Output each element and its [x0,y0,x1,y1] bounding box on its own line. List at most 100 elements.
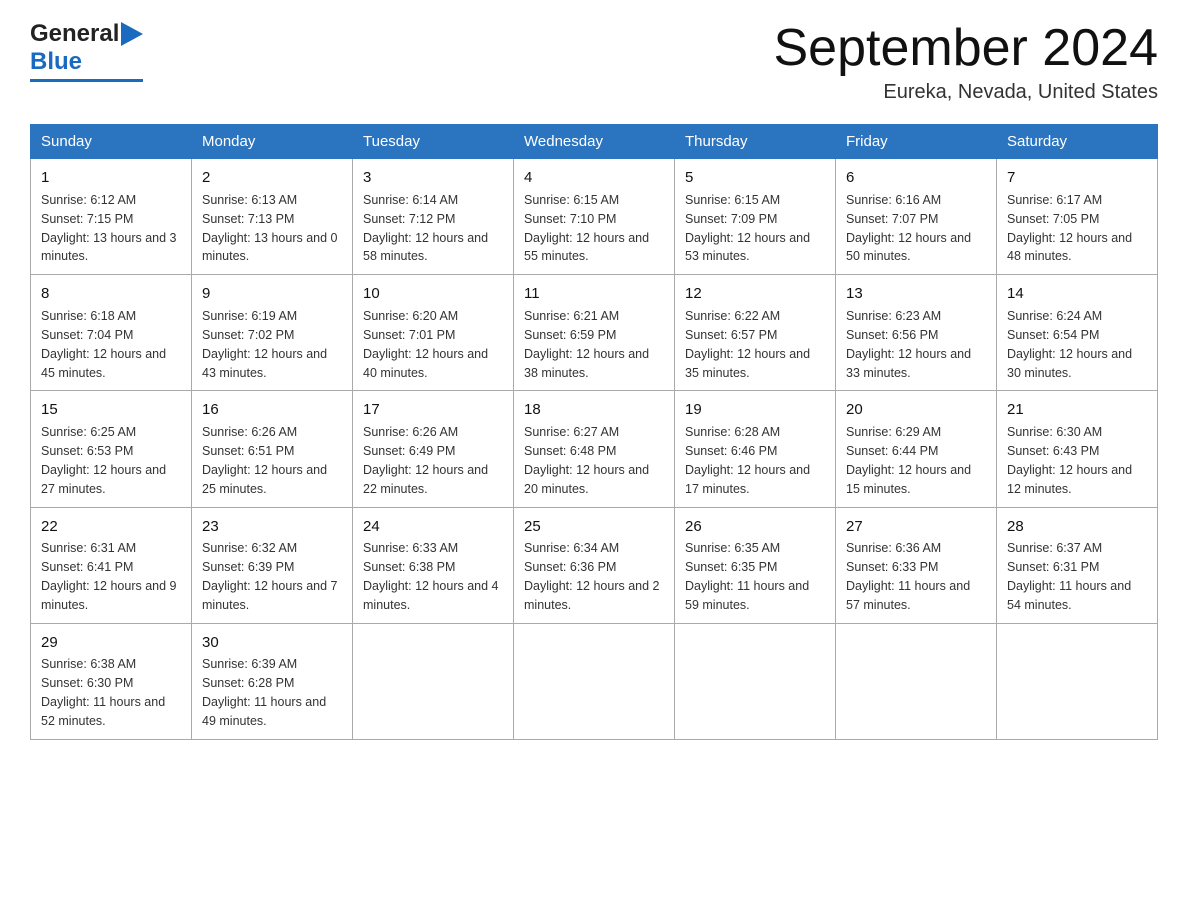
day-number: 25 [524,516,664,538]
day-cell: 25 Sunrise: 6:34 AMSunset: 6:36 PMDayligh… [514,507,675,623]
col-header-thursday: Thursday [675,125,836,159]
day-cell: 7Sunrise: 6:17 AMSunset: 7:05 PMDaylight… [997,159,1158,275]
day-cell: 23 Sunrise: 6:32 AMSunset: 6:39 PMDayligh… [192,507,353,623]
day-cell: 14 Sunrise: 6:24 AMSunset: 6:54 PMDayligh… [997,275,1158,391]
day-number: 12 [685,283,825,305]
day-info: Sunrise: 6:35 AMSunset: 6:35 PMDaylight:… [685,541,809,612]
day-info: Sunrise: 6:26 AMSunset: 6:49 PMDaylight:… [363,425,488,496]
col-header-sunday: Sunday [31,125,192,159]
day-cell: 29 Sunrise: 6:38 AMSunset: 6:30 PMDayligh… [31,623,192,739]
day-info: Sunrise: 6:26 AMSunset: 6:51 PMDaylight:… [202,425,327,496]
logo-blue: Blue [30,48,82,76]
day-number: 7 [1007,167,1147,189]
day-cell [514,623,675,739]
day-cell: 2 Sunrise: 6:13 AMSunset: 7:13 PMDaylight… [192,159,353,275]
day-cell: 18 Sunrise: 6:27 AMSunset: 6:48 PMDayligh… [514,391,675,507]
day-number: 8 [41,283,181,305]
week-row-1: 1Sunrise: 6:12 AMSunset: 7:15 PMDaylight… [31,159,1158,275]
day-info: Sunrise: 6:19 AMSunset: 7:02 PMDaylight:… [202,309,327,380]
day-info: Sunrise: 6:38 AMSunset: 6:30 PMDaylight:… [41,657,165,728]
day-info: Sunrise: 6:23 AMSunset: 6:56 PMDaylight:… [846,309,971,380]
day-info: Sunrise: 6:36 AMSunset: 6:33 PMDaylight:… [846,541,970,612]
day-cell: 16 Sunrise: 6:26 AMSunset: 6:51 PMDayligh… [192,391,353,507]
day-info: Sunrise: 6:33 AMSunset: 6:38 PMDaylight:… [363,541,499,612]
day-info: Sunrise: 6:24 AMSunset: 6:54 PMDaylight:… [1007,309,1132,380]
day-info: Sunrise: 6:25 AMSunset: 6:53 PMDaylight:… [41,425,166,496]
day-cell [675,623,836,739]
day-number: 3 [363,167,503,189]
day-cell: 26 Sunrise: 6:35 AMSunset: 6:35 PMDayligh… [675,507,836,623]
day-cell: 13 Sunrise: 6:23 AMSunset: 6:56 PMDayligh… [836,275,997,391]
day-number: 9 [202,283,342,305]
day-info: Sunrise: 6:13 AMSunset: 7:13 PMDaylight:… [202,193,338,264]
day-cell: 22Sunrise: 6:31 AMSunset: 6:41 PMDayligh… [31,507,192,623]
day-cell: 12 Sunrise: 6:22 AMSunset: 6:57 PMDayligh… [675,275,836,391]
col-header-saturday: Saturday [997,125,1158,159]
day-info: Sunrise: 6:14 AMSunset: 7:12 PMDaylight:… [363,193,488,264]
col-header-monday: Monday [192,125,353,159]
logo-arrow-icon [121,20,143,48]
day-cell: 4 Sunrise: 6:15 AMSunset: 7:10 PMDaylight… [514,159,675,275]
week-row-5: 29 Sunrise: 6:38 AMSunset: 6:30 PMDayligh… [31,623,1158,739]
day-cell: 30Sunrise: 6:39 AMSunset: 6:28 PMDayligh… [192,623,353,739]
day-number: 11 [524,283,664,305]
title-area: September 2024 Eureka, Nevada, United St… [774,20,1159,104]
day-info: Sunrise: 6:34 AMSunset: 6:36 PMDaylight:… [524,541,660,612]
col-header-tuesday: Tuesday [353,125,514,159]
day-number: 4 [524,167,664,189]
day-cell: 5 Sunrise: 6:15 AMSunset: 7:09 PMDaylight… [675,159,836,275]
header-row: SundayMondayTuesdayWednesdayThursdayFrid… [31,125,1158,159]
logo: General Blue [30,20,143,82]
day-number: 19 [685,399,825,421]
day-cell: 20Sunrise: 6:29 AMSunset: 6:44 PMDayligh… [836,391,997,507]
day-info: Sunrise: 6:27 AMSunset: 6:48 PMDaylight:… [524,425,649,496]
day-number: 18 [524,399,664,421]
week-row-2: 8Sunrise: 6:18 AMSunset: 7:04 PMDaylight… [31,275,1158,391]
day-cell [836,623,997,739]
day-cell: 1Sunrise: 6:12 AMSunset: 7:15 PMDaylight… [31,159,192,275]
day-info: Sunrise: 6:20 AMSunset: 7:01 PMDaylight:… [363,309,488,380]
day-cell: 28 Sunrise: 6:37 AMSunset: 6:31 PMDayligh… [997,507,1158,623]
day-cell: 15 Sunrise: 6:25 AMSunset: 6:53 PMDayligh… [31,391,192,507]
location: Eureka, Nevada, United States [774,81,1159,104]
day-number: 29 [41,632,181,654]
day-cell [353,623,514,739]
day-cell: 6Sunrise: 6:16 AMSunset: 7:07 PMDaylight… [836,159,997,275]
month-title: September 2024 [774,20,1159,77]
week-row-3: 15 Sunrise: 6:25 AMSunset: 6:53 PMDayligh… [31,391,1158,507]
day-info: Sunrise: 6:15 AMSunset: 7:10 PMDaylight:… [524,193,649,264]
day-number: 26 [685,516,825,538]
day-number: 17 [363,399,503,421]
day-number: 1 [41,167,181,189]
day-cell: 8Sunrise: 6:18 AMSunset: 7:04 PMDaylight… [31,275,192,391]
day-cell [997,623,1158,739]
day-info: Sunrise: 6:29 AMSunset: 6:44 PMDaylight:… [846,425,971,496]
day-cell: 17 Sunrise: 6:26 AMSunset: 6:49 PMDayligh… [353,391,514,507]
day-number: 2 [202,167,342,189]
day-number: 13 [846,283,986,305]
day-info: Sunrise: 6:32 AMSunset: 6:39 PMDaylight:… [202,541,338,612]
day-number: 14 [1007,283,1147,305]
day-cell: 27 Sunrise: 6:36 AMSunset: 6:33 PMDayligh… [836,507,997,623]
day-info: Sunrise: 6:37 AMSunset: 6:31 PMDaylight:… [1007,541,1131,612]
day-number: 23 [202,516,342,538]
col-header-wednesday: Wednesday [514,125,675,159]
day-number: 24 [363,516,503,538]
day-info: Sunrise: 6:15 AMSunset: 7:09 PMDaylight:… [685,193,810,264]
week-row-4: 22Sunrise: 6:31 AMSunset: 6:41 PMDayligh… [31,507,1158,623]
day-number: 28 [1007,516,1147,538]
day-number: 15 [41,399,181,421]
day-cell: 19 Sunrise: 6:28 AMSunset: 6:46 PMDayligh… [675,391,836,507]
day-cell: 10 Sunrise: 6:20 AMSunset: 7:01 PMDayligh… [353,275,514,391]
day-number: 27 [846,516,986,538]
logo-underline [30,79,143,82]
day-number: 21 [1007,399,1147,421]
day-info: Sunrise: 6:28 AMSunset: 6:46 PMDaylight:… [685,425,810,496]
day-number: 10 [363,283,503,305]
day-number: 5 [685,167,825,189]
day-number: 30 [202,632,342,654]
calendar-table: SundayMondayTuesdayWednesdayThursdayFrid… [30,124,1158,740]
day-info: Sunrise: 6:22 AMSunset: 6:57 PMDaylight:… [685,309,810,380]
day-cell: 11Sunrise: 6:21 AMSunset: 6:59 PMDayligh… [514,275,675,391]
day-number: 16 [202,399,342,421]
